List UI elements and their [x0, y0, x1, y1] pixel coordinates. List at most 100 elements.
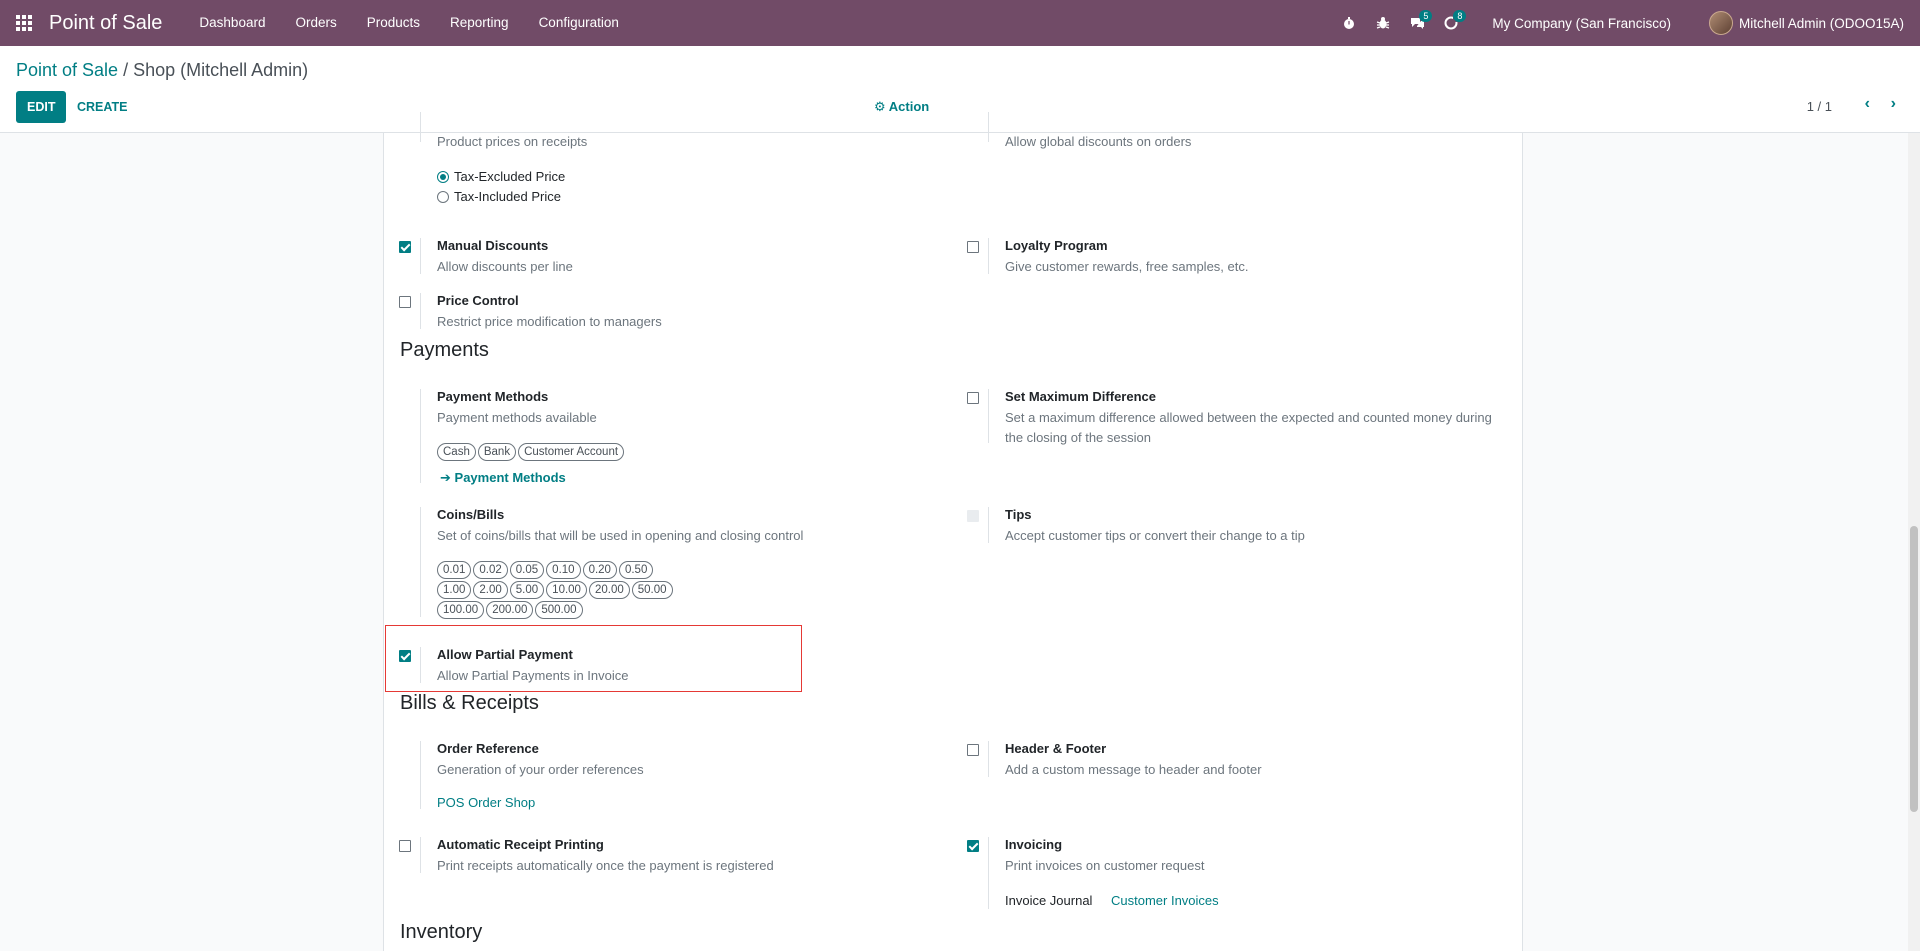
settings-sheet: Product prices on receipts Tax-Excluded … [383, 112, 1523, 951]
arrow-right-icon: ➔ [440, 470, 451, 485]
tag-coin[interactable]: 0.05 [509, 561, 545, 579]
allow-partial-payment-checkbox[interactable] [399, 650, 411, 662]
chevron-left-icon[interactable]: ‹ [1865, 95, 1870, 113]
invoice-journal-label: Invoice Journal [1005, 893, 1093, 908]
setting-desc: Give customer rewards, free samples, etc… [1005, 259, 1249, 274]
setting-desc: Allow discounts per line [437, 259, 573, 274]
pager-value[interactable]: 1 / 1 [1807, 99, 1832, 114]
setting-price-control: Price Control Restrict price modificatio… [384, 293, 944, 333]
tag-coin[interactable]: 0.10 [546, 561, 581, 579]
radio-button[interactable] [437, 170, 449, 183]
tag-coin[interactable]: 200.00 [486, 601, 534, 619]
setting-title: Loyalty Program [1005, 238, 1108, 253]
setting-title: Invoicing [1005, 837, 1063, 852]
bug-icon[interactable] [1366, 0, 1400, 46]
tag-coin[interactable]: 20.00 [588, 581, 630, 599]
tips-checkbox[interactable] [967, 510, 979, 522]
activity-icon[interactable]: 8 [1434, 0, 1468, 46]
radio-tax-excluded[interactable]: Tax-Excluded Price [437, 169, 565, 184]
setting-max-difference: Set Maximum Difference Set a maximum dif… [952, 389, 1512, 449]
menu-dashboard[interactable]: Dashboard [184, 0, 280, 46]
menu-reporting[interactable]: Reporting [435, 0, 524, 46]
setting-desc: Print invoices on customer request [1005, 858, 1205, 873]
price-control-checkbox[interactable] [399, 296, 411, 308]
chat-badge: 5 [1419, 10, 1433, 22]
header-footer-checkbox[interactable] [967, 744, 979, 756]
auto-receipt-checkbox[interactable] [399, 840, 411, 852]
link-label: Payment Methods [454, 470, 566, 485]
setting-desc: Print receipts automatically once the pa… [437, 858, 774, 873]
setting-title: Coins/Bills [437, 507, 505, 522]
setting-allow-partial-payment: Allow Partial Payment Allow Partial Paym… [384, 647, 944, 687]
menu-orders[interactable]: Orders [280, 0, 351, 46]
coins-bills-tags: 0.01 0.02 0.05 0.10 0.20 0.50 1.00 2.00 … [437, 561, 687, 621]
edit-button[interactable]: EDIT [16, 91, 67, 123]
radio-label: Tax-Included Price [454, 189, 561, 204]
invoice-journal-link[interactable]: Customer Invoices [1111, 893, 1219, 908]
tag-coin[interactable]: 0.50 [618, 561, 654, 579]
tag-customer-account[interactable]: Customer Account [518, 443, 625, 461]
stopwatch-icon[interactable] [1332, 0, 1366, 46]
setting-desc: Payment methods available [437, 410, 597, 425]
tag-coin[interactable]: 10.00 [546, 581, 587, 599]
setting-desc: Allow global discounts on orders [1005, 134, 1192, 149]
payment-methods-link[interactable]: ➔ Payment Methods [440, 470, 566, 486]
setting-title: Manual Discounts [437, 238, 549, 253]
user-name: Mitchell Admin (ODOO15A) [1738, 15, 1904, 31]
breadcrumb-root[interactable]: Point of Sale [16, 60, 118, 80]
tag-coin[interactable]: 50.00 [631, 581, 673, 599]
setting-manual-discounts: Manual Discounts Allow discounts per lin… [384, 238, 944, 278]
menu-products[interactable]: Products [352, 0, 435, 46]
setting-title: Price Control [437, 293, 519, 308]
apps-menu-icon[interactable] [0, 0, 48, 46]
section-payments: Payments [400, 339, 489, 361]
tag-coin[interactable]: 0.20 [582, 561, 617, 579]
setting-title: Allow Partial Payment [437, 647, 573, 662]
loyalty-program-checkbox[interactable] [967, 241, 979, 253]
setting-auto-receipt: Automatic Receipt Printing Print receipt… [384, 837, 944, 877]
menu-configuration[interactable]: Configuration [524, 0, 634, 46]
setting-desc: Accept customer tips or convert their ch… [1005, 528, 1305, 543]
top-navbar: Point of Sale Dashboard Orders Products … [0, 0, 1920, 46]
setting-desc: Allow Partial Payments in Invoice [437, 668, 629, 683]
setting-invoicing: Invoicing Print invoices on customer req… [952, 837, 1512, 909]
page-scrollbar[interactable] [1908, 133, 1920, 951]
setting-title: Order Reference [437, 741, 539, 756]
create-button[interactable]: CREATE [77, 91, 127, 123]
tag-bank[interactable]: Bank [477, 443, 517, 461]
setting-header-footer: Header & Footer Add a custom message to … [952, 741, 1512, 781]
setting-global-discounts: Allow global discounts on orders [952, 112, 1512, 152]
setting-title: Payment Methods [437, 389, 549, 404]
activity-badge: 8 [1453, 10, 1467, 22]
company-switcher[interactable]: My Company (San Francisco) [1492, 16, 1671, 31]
invoicing-checkbox[interactable] [967, 840, 979, 852]
radio-label: Tax-Excluded Price [454, 169, 566, 184]
radio-button[interactable] [437, 190, 449, 203]
chevron-right-icon[interactable]: › [1891, 95, 1896, 113]
tag-coin[interactable]: 100.00 [437, 601, 485, 619]
tag-coin[interactable]: 5.00 [509, 581, 545, 599]
tag-coin[interactable]: 0.02 [473, 561, 508, 579]
payment-methods-tags: Cash Bank Customer Account [437, 443, 737, 463]
tag-coin[interactable]: 500.00 [535, 601, 583, 619]
tag-coin[interactable]: 1.00 [437, 581, 472, 599]
setting-title: Automatic Receipt Printing [437, 837, 604, 852]
tag-coin[interactable]: 0.01 [437, 561, 472, 579]
setting-desc: Set of coins/bills that will be used in … [437, 528, 804, 543]
setting-title: Tips [1005, 507, 1032, 522]
pos-order-sequence-link[interactable]: POS Order Shop [437, 795, 535, 810]
chat-icon[interactable]: 5 [1400, 0, 1434, 46]
scrollbar-thumb[interactable] [1910, 526, 1918, 812]
tag-cash[interactable]: Cash [437, 443, 476, 461]
user-menu[interactable]: Mitchell Admin (ODOO15A) [1708, 11, 1904, 35]
app-brand[interactable]: Point of Sale [49, 12, 162, 35]
setting-desc: Add a custom message to header and foote… [1005, 762, 1262, 777]
section-inventory: Inventory [400, 921, 483, 943]
setting-desc: Generation of your order references [437, 762, 644, 777]
breadcrumb-separator: / [118, 60, 134, 80]
max-difference-checkbox[interactable] [967, 392, 979, 404]
radio-tax-included[interactable]: Tax-Included Price [437, 189, 561, 204]
manual-discounts-checkbox[interactable] [399, 241, 411, 253]
tag-coin[interactable]: 2.00 [473, 581, 508, 599]
setting-tips: Tips Accept customer tips or convert the… [952, 507, 1512, 547]
